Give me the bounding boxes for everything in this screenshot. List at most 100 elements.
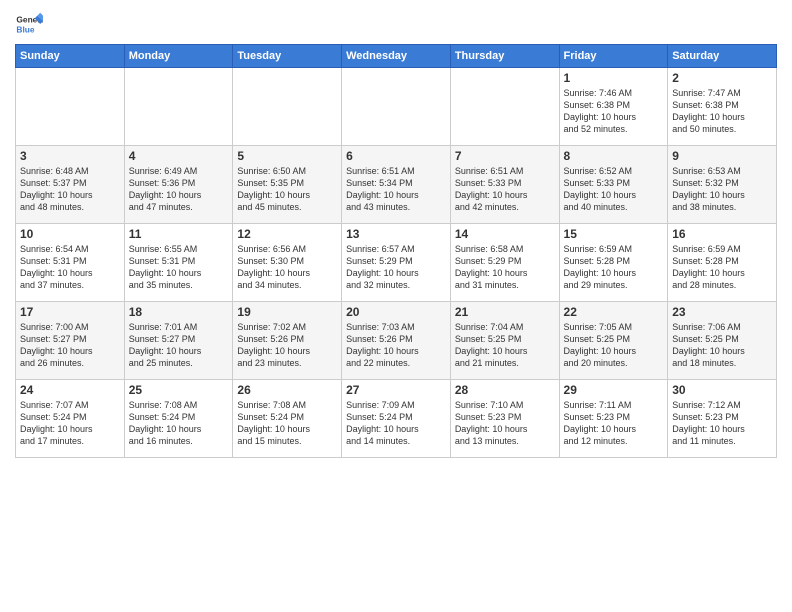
day-number: 28 bbox=[455, 383, 555, 397]
calendar-cell: 16Sunrise: 6:59 AM Sunset: 5:28 PM Dayli… bbox=[668, 224, 777, 302]
calendar-cell bbox=[342, 68, 451, 146]
day-info: Sunrise: 7:10 AM Sunset: 5:23 PM Dayligh… bbox=[455, 399, 555, 448]
day-info: Sunrise: 7:03 AM Sunset: 5:26 PM Dayligh… bbox=[346, 321, 446, 370]
calendar-cell: 10 Sunrise: 6:54 AM Sunset: 5:31 PM Dayli… bbox=[16, 224, 125, 302]
day-number: 22 bbox=[564, 305, 664, 319]
header: General Blue bbox=[15, 10, 777, 38]
day-info: Sunrise: 6:56 AM Sunset: 5:30 PM Dayligh… bbox=[237, 243, 337, 292]
day-number: 12 bbox=[237, 227, 337, 241]
day-number: 14 bbox=[455, 227, 555, 241]
calendar-cell: 11Sunrise: 6:55 AM Sunset: 5:31 PM Dayli… bbox=[124, 224, 233, 302]
page-container: General Blue SundayMondayTuesdayWednesda… bbox=[0, 0, 792, 468]
calendar-cell bbox=[16, 68, 125, 146]
day-number: 20 bbox=[346, 305, 446, 319]
logo: General Blue bbox=[15, 10, 47, 38]
calendar-cell: 14 Sunrise: 6:58 AM Sunset: 5:29 PM Dayli… bbox=[450, 224, 559, 302]
calendar-cell bbox=[450, 68, 559, 146]
calendar-cell: 26Sunrise: 7:08 AM Sunset: 5:24 PM Dayli… bbox=[233, 380, 342, 458]
day-number: 26 bbox=[237, 383, 337, 397]
calendar-cell: 7 Sunrise: 6:51 AM Sunset: 5:33 PM Daylig… bbox=[450, 146, 559, 224]
calendar-cell: 22 Sunrise: 7:05 AM Sunset: 5:25 PM Dayli… bbox=[559, 302, 668, 380]
calendar-cell: 6 Sunrise: 6:51 AM Sunset: 5:34 PM Daylig… bbox=[342, 146, 451, 224]
calendar-cell: 15Sunrise: 6:59 AM Sunset: 5:28 PM Dayli… bbox=[559, 224, 668, 302]
day-number: 30 bbox=[672, 383, 772, 397]
calendar-cell: 25 Sunrise: 7:08 AM Sunset: 5:24 PM Dayli… bbox=[124, 380, 233, 458]
day-number: 4 bbox=[129, 149, 229, 163]
day-info: Sunrise: 6:51 AM Sunset: 5:33 PM Dayligh… bbox=[455, 165, 555, 214]
calendar-cell: 30 Sunrise: 7:12 AM Sunset: 5:23 PM Dayli… bbox=[668, 380, 777, 458]
day-info: Sunrise: 7:08 AM Sunset: 5:24 PM Dayligh… bbox=[129, 399, 229, 448]
calendar-cell: 23 Sunrise: 7:06 AM Sunset: 5:25 PM Dayli… bbox=[668, 302, 777, 380]
day-number: 9 bbox=[672, 149, 772, 163]
calendar-cell: 5 Sunrise: 6:50 AM Sunset: 5:35 PM Daylig… bbox=[233, 146, 342, 224]
day-number: 2 bbox=[672, 71, 772, 85]
day-number: 13 bbox=[346, 227, 446, 241]
calendar-cell: 13 Sunrise: 6:57 AM Sunset: 5:29 PM Dayli… bbox=[342, 224, 451, 302]
day-info: Sunrise: 6:55 AM Sunset: 5:31 PM Dayligh… bbox=[129, 243, 229, 292]
day-number: 18 bbox=[129, 305, 229, 319]
calendar-cell: 4Sunrise: 6:49 AM Sunset: 5:36 PM Daylig… bbox=[124, 146, 233, 224]
calendar-cell: 19 Sunrise: 7:02 AM Sunset: 5:26 PM Dayli… bbox=[233, 302, 342, 380]
calendar-cell bbox=[233, 68, 342, 146]
day-info: Sunrise: 6:53 AM Sunset: 5:32 PM Dayligh… bbox=[672, 165, 772, 214]
calendar-cell: 20 Sunrise: 7:03 AM Sunset: 5:26 PM Dayli… bbox=[342, 302, 451, 380]
calendar-cell: 3Sunrise: 6:48 AM Sunset: 5:37 PM Daylig… bbox=[16, 146, 125, 224]
calendar-cell: 2 Sunrise: 7:47 AM Sunset: 6:38 PM Daylig… bbox=[668, 68, 777, 146]
day-number: 25 bbox=[129, 383, 229, 397]
day-info: Sunrise: 7:02 AM Sunset: 5:26 PM Dayligh… bbox=[237, 321, 337, 370]
calendar-cell: 18 Sunrise: 7:01 AM Sunset: 5:27 PM Dayli… bbox=[124, 302, 233, 380]
calendar-cell: 27Sunrise: 7:09 AM Sunset: 5:24 PM Dayli… bbox=[342, 380, 451, 458]
logo-icon: General Blue bbox=[15, 10, 43, 38]
calendar-cell: 17 Sunrise: 7:00 AM Sunset: 5:27 PM Dayli… bbox=[16, 302, 125, 380]
day-info: Sunrise: 7:47 AM Sunset: 6:38 PM Dayligh… bbox=[672, 87, 772, 136]
day-number: 3 bbox=[20, 149, 120, 163]
calendar-header-sunday: Sunday bbox=[16, 45, 125, 68]
calendar-cell: 29Sunrise: 7:11 AM Sunset: 5:23 PM Dayli… bbox=[559, 380, 668, 458]
calendar-header-tuesday: Tuesday bbox=[233, 45, 342, 68]
day-number: 21 bbox=[455, 305, 555, 319]
calendar-header-thursday: Thursday bbox=[450, 45, 559, 68]
calendar-week-5: 24 Sunrise: 7:07 AM Sunset: 5:24 PM Dayli… bbox=[16, 380, 777, 458]
calendar-cell: 28 Sunrise: 7:10 AM Sunset: 5:23 PM Dayli… bbox=[450, 380, 559, 458]
day-number: 5 bbox=[237, 149, 337, 163]
day-info: Sunrise: 6:54 AM Sunset: 5:31 PM Dayligh… bbox=[20, 243, 120, 292]
day-info: Sunrise: 6:50 AM Sunset: 5:35 PM Dayligh… bbox=[237, 165, 337, 214]
calendar-week-1: 1 Sunrise: 7:46 AM Sunset: 6:38 PM Daylig… bbox=[16, 68, 777, 146]
day-info: Sunrise: 7:05 AM Sunset: 5:25 PM Dayligh… bbox=[564, 321, 664, 370]
calendar-cell: 8Sunrise: 6:52 AM Sunset: 5:33 PM Daylig… bbox=[559, 146, 668, 224]
day-info: Sunrise: 7:00 AM Sunset: 5:27 PM Dayligh… bbox=[20, 321, 120, 370]
calendar-week-4: 17 Sunrise: 7:00 AM Sunset: 5:27 PM Dayli… bbox=[16, 302, 777, 380]
day-number: 17 bbox=[20, 305, 120, 319]
calendar-header-saturday: Saturday bbox=[668, 45, 777, 68]
day-number: 16 bbox=[672, 227, 772, 241]
day-info: Sunrise: 7:04 AM Sunset: 5:25 PM Dayligh… bbox=[455, 321, 555, 370]
day-info: Sunrise: 7:09 AM Sunset: 5:24 PM Dayligh… bbox=[346, 399, 446, 448]
calendar-week-3: 10 Sunrise: 6:54 AM Sunset: 5:31 PM Dayli… bbox=[16, 224, 777, 302]
svg-text:Blue: Blue bbox=[16, 24, 34, 34]
day-info: Sunrise: 7:46 AM Sunset: 6:38 PM Dayligh… bbox=[564, 87, 664, 136]
day-number: 6 bbox=[346, 149, 446, 163]
day-info: Sunrise: 7:07 AM Sunset: 5:24 PM Dayligh… bbox=[20, 399, 120, 448]
day-number: 1 bbox=[564, 71, 664, 85]
day-info: Sunrise: 6:59 AM Sunset: 5:28 PM Dayligh… bbox=[564, 243, 664, 292]
day-number: 10 bbox=[20, 227, 120, 241]
day-number: 24 bbox=[20, 383, 120, 397]
day-number: 7 bbox=[455, 149, 555, 163]
calendar-header-friday: Friday bbox=[559, 45, 668, 68]
calendar-cell: 1 Sunrise: 7:46 AM Sunset: 6:38 PM Daylig… bbox=[559, 68, 668, 146]
calendar-week-2: 3Sunrise: 6:48 AM Sunset: 5:37 PM Daylig… bbox=[16, 146, 777, 224]
calendar-header-wednesday: Wednesday bbox=[342, 45, 451, 68]
day-info: Sunrise: 7:12 AM Sunset: 5:23 PM Dayligh… bbox=[672, 399, 772, 448]
day-info: Sunrise: 6:58 AM Sunset: 5:29 PM Dayligh… bbox=[455, 243, 555, 292]
day-info: Sunrise: 6:57 AM Sunset: 5:29 PM Dayligh… bbox=[346, 243, 446, 292]
day-info: Sunrise: 6:51 AM Sunset: 5:34 PM Dayligh… bbox=[346, 165, 446, 214]
calendar-cell: 12 Sunrise: 6:56 AM Sunset: 5:30 PM Dayli… bbox=[233, 224, 342, 302]
day-number: 23 bbox=[672, 305, 772, 319]
calendar-cell bbox=[124, 68, 233, 146]
day-info: Sunrise: 7:01 AM Sunset: 5:27 PM Dayligh… bbox=[129, 321, 229, 370]
calendar-header-monday: Monday bbox=[124, 45, 233, 68]
calendar-table: SundayMondayTuesdayWednesdayThursdayFrid… bbox=[15, 44, 777, 458]
day-info: Sunrise: 7:06 AM Sunset: 5:25 PM Dayligh… bbox=[672, 321, 772, 370]
day-number: 19 bbox=[237, 305, 337, 319]
calendar-cell: 21 Sunrise: 7:04 AM Sunset: 5:25 PM Dayli… bbox=[450, 302, 559, 380]
